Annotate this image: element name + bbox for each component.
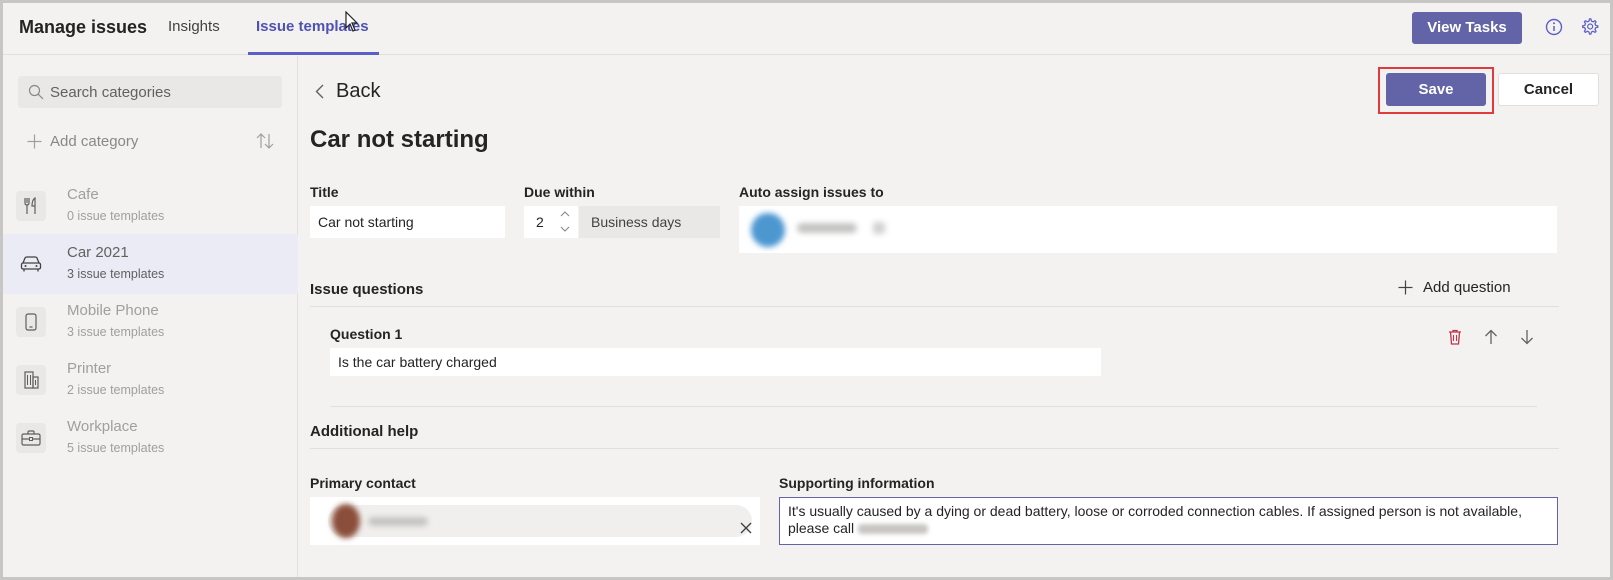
chevron-down-icon[interactable] bbox=[560, 225, 570, 233]
arrow-down-icon[interactable] bbox=[1520, 329, 1534, 345]
add-question-button[interactable]: Add question bbox=[1398, 279, 1511, 296]
due-unit-select[interactable]: Business days bbox=[579, 206, 720, 238]
category-count: 2 issue templates bbox=[67, 383, 165, 397]
category-count: 3 issue templates bbox=[67, 267, 165, 281]
search-box[interactable] bbox=[18, 76, 282, 108]
divider bbox=[310, 448, 1559, 449]
category-item-mobile-phone[interactable]: Mobile Phone 3 issue templates bbox=[3, 292, 298, 352]
assignee-chip[interactable] bbox=[743, 210, 898, 248]
category-sidebar: Add category Cafe 0 issue templates bbox=[3, 56, 298, 577]
divider bbox=[310, 306, 1559, 307]
category-count: 3 issue templates bbox=[67, 325, 165, 339]
category-count: 5 issue templates bbox=[67, 441, 165, 455]
category-name: Workplace bbox=[67, 418, 138, 435]
contact-redacted bbox=[328, 501, 468, 541]
avatar bbox=[332, 504, 360, 538]
app-title: Manage issues bbox=[19, 17, 148, 37]
fork-knife-icon bbox=[16, 191, 46, 221]
issue-questions-heading: Issue questions bbox=[310, 281, 424, 298]
view-tasks-button[interactable]: View Tasks bbox=[1412, 12, 1522, 44]
category-item-printer[interactable]: Printer 2 issue templates bbox=[3, 350, 298, 410]
phone-icon bbox=[16, 307, 46, 337]
active-tab-indicator bbox=[248, 52, 379, 55]
add-category-button[interactable]: Add category bbox=[27, 133, 138, 150]
tab-insights[interactable]: Insights bbox=[168, 18, 220, 35]
supporting-info-label: Supporting information bbox=[779, 475, 935, 491]
phone-number-redacted bbox=[858, 524, 929, 535]
category-name: Cafe bbox=[67, 186, 99, 203]
building-icon bbox=[16, 365, 46, 395]
category-item-car-2021[interactable]: Car 2021 3 issue templates bbox=[3, 234, 298, 294]
plus-icon bbox=[1398, 280, 1413, 295]
assignee-name-redacted bbox=[797, 223, 857, 233]
question-input[interactable] bbox=[330, 348, 1101, 376]
top-bar: Manage issues Insights Issue templates V… bbox=[3, 3, 1610, 55]
add-category-label: Add category bbox=[50, 133, 139, 150]
category-count: 0 issue templates bbox=[67, 209, 165, 223]
question-label: Question 1 bbox=[330, 326, 403, 342]
title-input[interactable] bbox=[310, 206, 505, 238]
back-button[interactable]: Back bbox=[315, 80, 380, 103]
title-label: Title bbox=[310, 184, 339, 200]
save-button[interactable]: Save bbox=[1386, 73, 1486, 106]
mouse-cursor-icon bbox=[345, 11, 359, 32]
contact-chip[interactable] bbox=[328, 504, 752, 538]
arrow-up-icon[interactable] bbox=[1484, 329, 1498, 345]
due-within-value: 2 bbox=[536, 214, 544, 230]
divider bbox=[330, 406, 1537, 407]
category-item-workplace[interactable]: Workplace 5 issue templates bbox=[3, 408, 298, 468]
back-label: Back bbox=[336, 80, 381, 102]
search-categories-input[interactable] bbox=[50, 76, 275, 108]
auto-assign-picker[interactable] bbox=[739, 206, 1557, 253]
search-icon bbox=[28, 84, 44, 100]
supporting-info-textarea[interactable]: It's usually caused by a dying or dead b… bbox=[779, 497, 1558, 545]
delete-icon[interactable] bbox=[1448, 329, 1462, 345]
info-icon[interactable] bbox=[1545, 18, 1563, 36]
car-icon bbox=[16, 249, 46, 279]
due-within-stepper[interactable]: 2 bbox=[524, 206, 578, 238]
category-name: Printer bbox=[67, 360, 112, 377]
auto-assign-label: Auto assign issues to bbox=[739, 184, 884, 200]
additional-help-heading: Additional help bbox=[310, 423, 419, 440]
avatar bbox=[751, 213, 785, 247]
primary-contact-label: Primary contact bbox=[310, 475, 416, 491]
template-editor: Back Save Cancel Car not starting Title … bbox=[299, 56, 1610, 577]
chevron-up-icon[interactable] bbox=[560, 210, 570, 218]
category-name: Car 2021 bbox=[67, 244, 129, 261]
briefcase-icon bbox=[16, 423, 46, 453]
gear-icon[interactable] bbox=[1580, 17, 1599, 36]
remove-assignee-icon[interactable] bbox=[873, 222, 885, 234]
cancel-button[interactable]: Cancel bbox=[1498, 73, 1599, 106]
due-within-label: Due within bbox=[524, 184, 595, 200]
close-icon[interactable] bbox=[740, 522, 752, 534]
page-title: Car not starting bbox=[310, 126, 489, 153]
add-question-label: Add question bbox=[1423, 279, 1511, 296]
primary-contact-picker[interactable] bbox=[310, 497, 760, 545]
category-item-cafe[interactable]: Cafe 0 issue templates bbox=[3, 176, 298, 236]
chevron-left-icon bbox=[315, 84, 324, 99]
contact-name-redacted bbox=[368, 517, 428, 526]
sort-icon[interactable] bbox=[256, 133, 274, 149]
category-name: Mobile Phone bbox=[67, 302, 159, 319]
plus-icon bbox=[27, 134, 42, 149]
